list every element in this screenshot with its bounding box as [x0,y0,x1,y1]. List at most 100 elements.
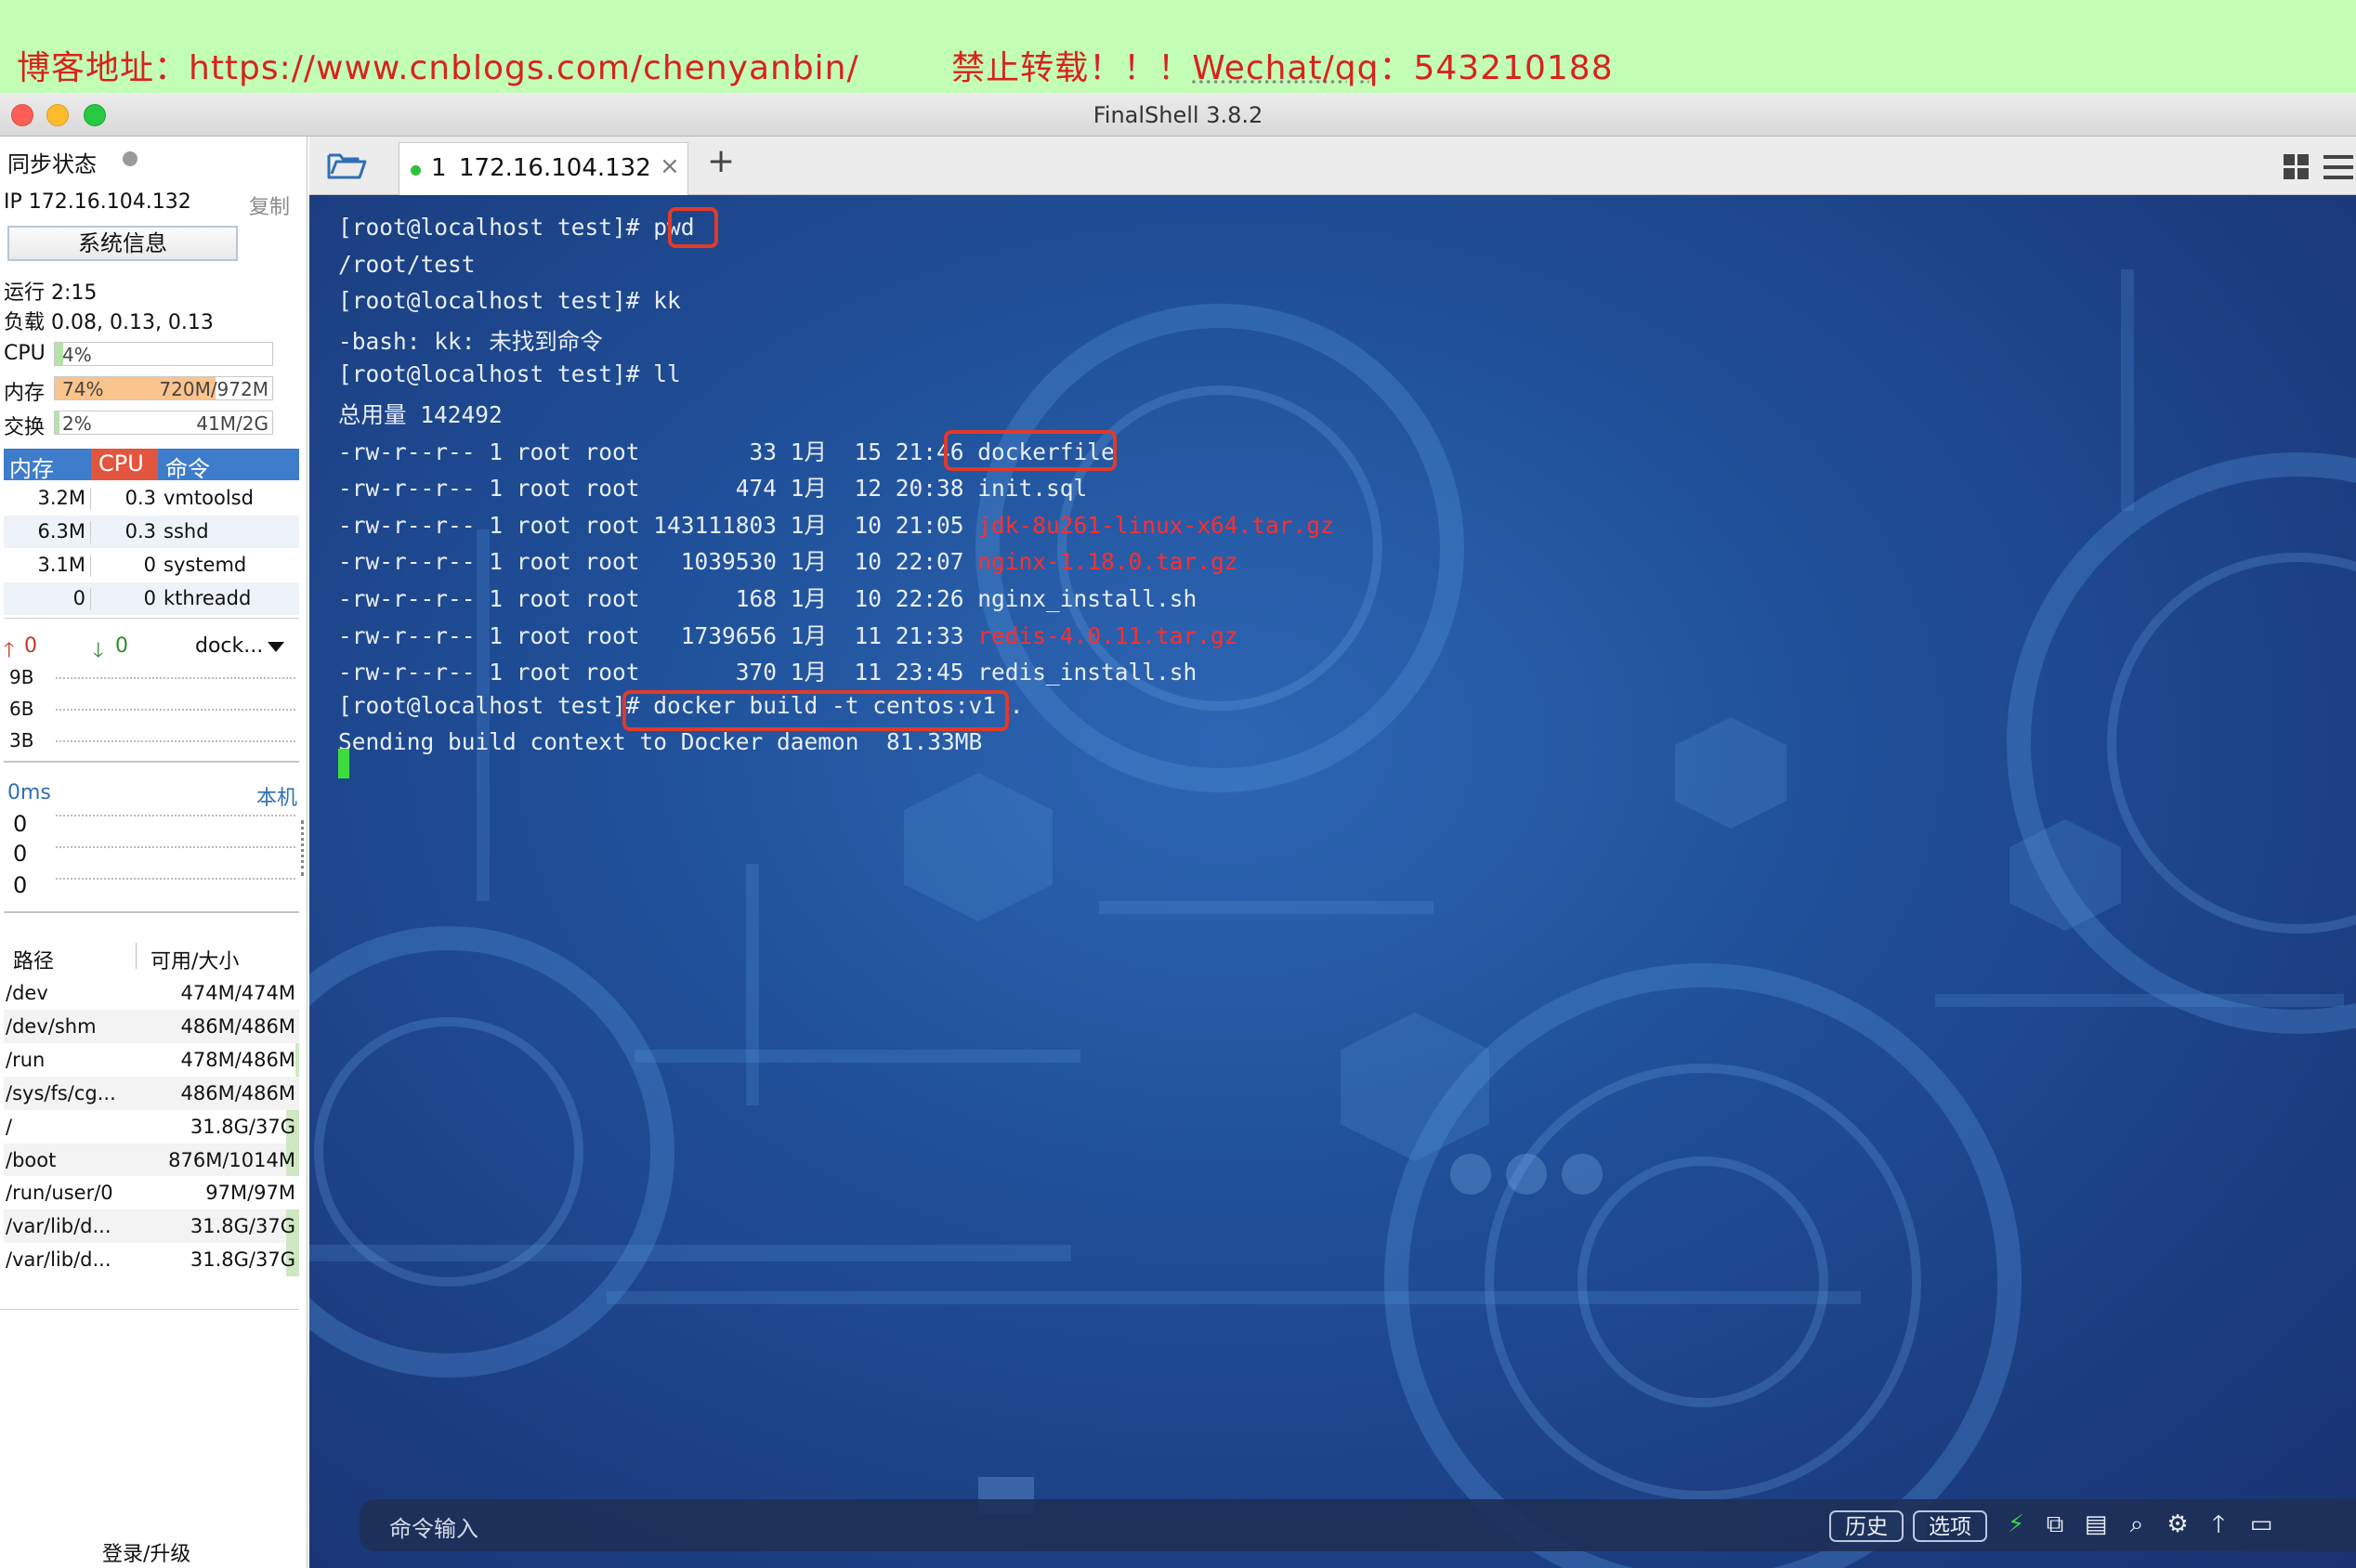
disk-row[interactable]: /var/lib/d... 31.8G/37G [4,1243,299,1277]
disk-path: / [6,1115,13,1138]
gear-icon[interactable]: ⚙ [2162,1509,2193,1540]
search-icon[interactable]: ⌕ [2121,1509,2153,1540]
swap-usage-bar: 2% 41M/2G [54,411,273,435]
download-arrow-icon: 🡓 [93,639,104,662]
disk-size: 474M/474M [180,982,295,1004]
command-input-bar[interactable]: 命令输入 历史 选项 ⚡ ⧉ ▤ ⌕ ⚙ 🡑 ▭ [360,1499,2356,1551]
folder-open-icon[interactable] [326,150,367,181]
disk-row[interactable]: /dev/shm 486M/486M [4,1009,299,1043]
lightning-icon[interactable]: ⚡ [2000,1509,2032,1540]
disk-row[interactable]: /run 478M/486M [4,1042,299,1077]
process-mem: 6.3M [37,520,85,542]
memory-usage-percent: 74% [62,378,104,400]
command-input-field[interactable]: 命令输入 [389,1510,478,1543]
ping-graph-gridline [56,878,295,880]
copy-icon[interactable]: ⧉ [2039,1509,2071,1540]
upload-arrow-icon: 🡑 [4,639,15,662]
disk-row[interactable]: / 31.8G/37G [4,1109,299,1143]
process-row[interactable]: 3.1M 0 systemd [4,549,299,581]
chevron-down-icon[interactable] [268,642,284,652]
process-cmd: kthreadd [164,587,252,609]
file-name: redis_install.sh [977,659,1198,686]
process-cmd: vmtoolsd [164,487,254,509]
terminal-prompt: [root@localhost test]# [338,360,654,388]
ping-value: 0 [13,841,28,867]
net-scale-label: 9B [9,666,34,688]
disk-row[interactable]: /run/user/0 97M/97M [4,1176,299,1210]
process-mem: 0 [72,587,85,609]
terminal-line: -rw-r--r-- 1 root root 168 1月 10 22:26 n… [338,581,1197,619]
process-row[interactable]: 0 0 kthreadd [4,582,299,615]
disk-row[interactable]: /dev 474M/474M [4,976,299,1010]
file-name: init.sql [977,475,1088,503]
disk-path: /boot [6,1148,57,1171]
cpu-usage-bar: 4% [54,342,273,366]
terminal-text: Sending build context to Docker daemon 8… [338,728,983,756]
options-button[interactable]: 选项 [1913,1510,1987,1542]
process-mem: 3.1M [37,554,85,576]
tab-index: 1 [431,154,447,182]
disk-size: 876M/1014M [168,1148,295,1171]
file-name: nginx-1.18.0.tar.gz [977,548,1238,576]
terminal-prompt: [root@localhost test]# [338,214,654,241]
window-title: FinalShell 3.8.2 [1093,102,1263,128]
upload-icon[interactable]: 🡑 [2203,1509,2234,1540]
disk-size: 31.8G/37G [190,1248,295,1272]
upload-speed: 0 [24,634,37,658]
disk-row[interactable]: /var/lib/d... 31.8G/37G [4,1209,299,1244]
process-row[interactable]: 3.2M 0.3 vmtoolsd [4,482,299,515]
window-icon[interactable]: ▭ [2245,1509,2277,1540]
ping-value: 0 [13,811,28,837]
file-metadata: -rw-r--r-- 1 root root 370 1月 11 23:45 [338,659,978,686]
terminal-panel[interactable]: [root@localhost test]# pwd/root/test [roo… [309,195,2356,1568]
ping-host[interactable]: 本机 [256,781,297,811]
terminal-line: [root@localhost test]# ll [338,360,681,398]
swap-label: 交换 [4,416,46,439]
sidebar-resize-handle[interactable] [301,820,308,876]
tab-session[interactable]: 1 172.16.104.132 × [399,142,688,195]
terminal-background-image [309,269,2356,1568]
net-graph-gridline [56,709,295,711]
ping-latency: 0ms [7,781,51,804]
process-cpu: 0.3 [124,487,156,509]
copy-ip-button[interactable]: 复制 [249,190,290,220]
server-ip: IP 172.16.104.132 [4,190,191,214]
close-tab-icon[interactable]: × [660,152,680,180]
login-upgrade-link[interactable]: 登录/升级 [102,1537,190,1567]
net-scale-label: 6B [9,698,34,720]
grid-view-icon[interactable] [2283,153,2310,181]
disk-header-path[interactable]: 路径 [13,945,54,974]
memory-usage-bar: 74% 720M/972M [54,376,273,400]
file-metadata: -rw-r--r-- 1 root root 474 1月 12 20:38 [338,475,978,503]
connected-dot-icon [411,165,421,176]
system-info-button[interactable]: 系统信息 [7,226,238,261]
history-button[interactable]: 历史 [1829,1510,1904,1542]
terminal-command: ll [653,360,681,388]
disk-row[interactable]: /boot 876M/1014M [4,1143,299,1177]
file-metadata: -rw-r--r-- 1 root root 143111803 1月 10 2… [338,511,978,539]
network-interface-select[interactable]: dock... [195,634,263,658]
add-tab-button[interactable]: + [707,142,735,180]
process-row[interactable]: 6.3M 0.3 sshd [4,516,299,548]
disk-path: /dev/shm [6,1014,97,1038]
terminal-command: kk [653,287,681,315]
proc-header-mem[interactable]: 内存 [9,451,54,483]
file-metadata: -rw-r--r-- 1 root root 33 1月 15 21:46 [338,438,978,465]
disk-size: 31.8G/37G [190,1215,295,1238]
disk-size: 486M/486M [180,1081,295,1104]
load-text: 负载 0.08, 0.13, 0.13 [4,311,214,334]
paste-icon[interactable]: ▤ [2080,1509,2112,1540]
tab-bar: 1 172.16.104.132 × + [309,137,2356,195]
disk-row[interactable]: /sys/fs/cg... 486M/486M [4,1076,299,1110]
proc-header-cpu[interactable]: CPU [98,451,144,477]
menu-icon[interactable] [2323,153,2353,181]
download-speed: 0 [115,634,128,658]
proc-header-cmd[interactable]: 命令 [165,451,210,483]
disk-header-size[interactable]: 可用/大小 [151,945,239,974]
disk-path: /var/lib/d... [6,1248,111,1272]
window-titlebar: FinalShell 3.8.2 [0,93,2356,137]
disk-usage-fill [295,1042,299,1077]
process-cpu: 0 [143,554,156,576]
terminal-text: 总用量 142492 [338,401,503,428]
ping-graph-gridline [56,815,295,817]
